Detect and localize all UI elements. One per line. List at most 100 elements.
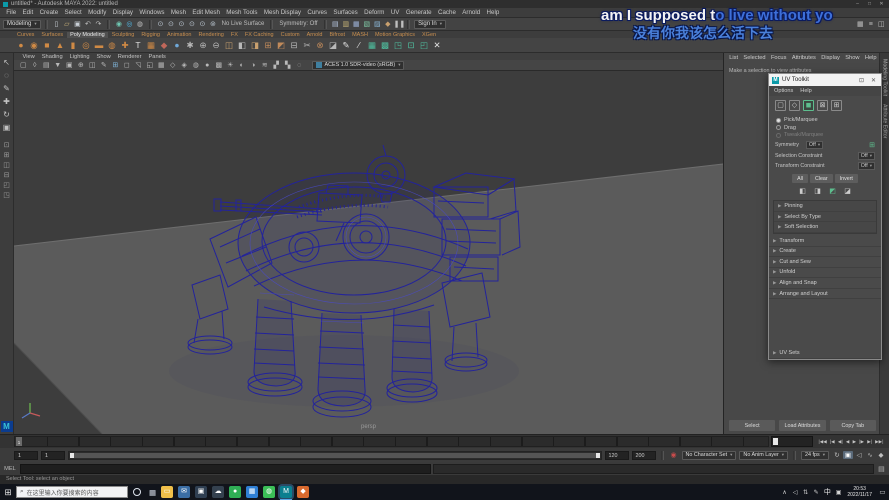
playback-end-field[interactable]: 120 [605, 451, 629, 460]
uv-toolkit-section[interactable]: ▶Unfold [769, 268, 881, 279]
viewport-canvas[interactable]: persp [14, 71, 723, 434]
panel-toggle-icon[interactable]: ◫ [877, 20, 887, 28]
color-management-dropdown[interactable]: ACES 1.0 SDR-video (sRGB) ▾ [312, 61, 405, 70]
current-frame-indicator[interactable]: 1 [16, 437, 22, 446]
lock-camera-icon[interactable]: ◊ [30, 62, 41, 69]
layout-single-pane-icon[interactable]: ⊡ [2, 142, 12, 150]
panel-menu-item[interactable]: Lighting [66, 54, 93, 60]
menu-item[interactable]: File [3, 9, 19, 16]
shelf-tab[interactable]: Motion Graphics [372, 32, 418, 38]
uv-radio-option[interactable]: Tweak/Marquee [776, 132, 874, 138]
shelf-tab[interactable]: Custom [278, 32, 303, 38]
close-button[interactable]: ✕ [877, 1, 886, 7]
pen-icon[interactable]: ✎ [811, 489, 821, 496]
isolate-select-icon[interactable]: ◌ [294, 62, 305, 69]
taskbar-search-box[interactable]: ⌕ 在这里输入你要搜索的内容 [16, 486, 128, 498]
anti-alias-icon[interactable]: ▞ [271, 61, 282, 69]
combine-icon[interactable]: ⊕ [197, 39, 209, 51]
xray-icon[interactable]: ▚ [283, 61, 294, 69]
step-forward-frame-button[interactable]: ▶| [866, 439, 874, 445]
minimize-button[interactable]: – [853, 1, 862, 7]
select-camera-icon[interactable]: ▢ [18, 61, 29, 69]
shelf-tab[interactable]: Bifrost [326, 32, 348, 38]
render-view-icon[interactable]: ▤ [331, 20, 341, 28]
uv-toolkit-section[interactable]: ▶Align and Snap [769, 278, 881, 289]
range-start-handle[interactable] [70, 453, 74, 458]
green-app-icon[interactable]: ● [229, 486, 241, 498]
poly-cube-icon[interactable]: ■ [41, 39, 53, 51]
go-to-end-button[interactable]: ▶▶| [874, 439, 885, 445]
poly-cylinder-icon[interactable]: ▮ [67, 39, 79, 51]
select-tool-icon[interactable]: ↖ [1, 57, 13, 68]
auto-keyframe-toggle-icon[interactable]: ◉ [669, 451, 679, 459]
step-back-key-button[interactable]: ◀| [836, 439, 844, 445]
uv-toolkit-window[interactable]: M UV Toolkit ⊡ ✕ OptionsHelp ▢◇◼⊠⊞ Pick/… [768, 73, 882, 360]
menu-set-selector[interactable]: Modeling▾ [3, 20, 41, 29]
select-object-icon[interactable]: ◎ [125, 20, 135, 28]
network-icon[interactable]: ⇅ [801, 489, 811, 496]
go-to-start-button[interactable]: |◀◀ [817, 439, 828, 445]
clamp-icon[interactable]: ∿ [865, 451, 875, 459]
file-explorer-app-icon[interactable]: ▭ [161, 486, 173, 498]
uv-select-square-icon[interactable]: ▢ [775, 100, 786, 111]
play-forwards-button[interactable]: ▶ [851, 439, 858, 445]
command-line-result-field[interactable] [433, 464, 874, 474]
layout-uv-editor-icon[interactable]: ◳ [2, 192, 12, 200]
new-scene-icon[interactable]: ▯ [52, 20, 62, 28]
set-key-icon[interactable]: ◆ [876, 451, 886, 459]
create-text-icon[interactable]: T [132, 39, 144, 51]
textured-icon[interactable]: ▩ [214, 61, 225, 69]
selection-constraint-dropdown[interactable]: Off▾ [858, 152, 875, 160]
render-settings-icon[interactable]: ▦ [352, 20, 362, 28]
smooth-icon[interactable]: ◧ [236, 39, 248, 51]
delete-history-icon[interactable]: ✕ [431, 39, 443, 51]
uv-radio-option[interactable]: Pick/Marquee [776, 117, 874, 123]
multi-cut-icon[interactable]: ✂ [301, 39, 313, 51]
shelf-tab[interactable]: Curves [14, 32, 37, 38]
layout-persp-graph-icon[interactable]: ⊟ [2, 172, 12, 180]
uv-toolkit-section[interactable]: ▶Cut and Sew [769, 257, 881, 268]
menu-item[interactable]: Mesh Tools [223, 9, 261, 16]
shelf-tab[interactable]: Sculpting [109, 32, 138, 38]
camera-attributes-icon[interactable]: ▤ [41, 61, 52, 69]
safe-title-icon[interactable]: ◈ [179, 61, 190, 69]
workspace-icon[interactable]: ▦ [856, 20, 866, 28]
ipr-render-icon[interactable]: ▥ [341, 20, 351, 28]
edit-edge-flow-icon[interactable]: ∕ [353, 39, 365, 51]
menu-item[interactable]: Edit [19, 9, 36, 16]
mute-audio-icon[interactable]: ◁ [854, 451, 864, 459]
poly-disc-icon[interactable]: ◍ [106, 39, 118, 51]
close-window-button[interactable]: ✕ [869, 77, 878, 84]
uv-toolkit-title-bar[interactable]: M UV Toolkit ⊡ ✕ [769, 74, 881, 86]
shelf-tab[interactable]: FX [228, 32, 241, 38]
snap-to-projected-center-icon[interactable]: ⊙ [187, 20, 197, 28]
uv-auto-map-icon[interactable]: ▩ [379, 39, 391, 51]
convert-to-vertex-icon[interactable]: ◧ [798, 187, 808, 196]
grid-toggle-icon[interactable]: ⊞ [110, 61, 121, 69]
toon-outline-icon[interactable]: ◆ [383, 20, 393, 28]
tray-app-icon[interactable]: ▣ [834, 489, 844, 496]
ime-language-indicator[interactable]: 中 [821, 487, 834, 497]
uv-toolkit-section[interactable]: ▶Soft Selection [774, 222, 876, 233]
menu-item[interactable]: Deform [361, 9, 388, 16]
anim-layer-dropdown[interactable]: No Anim Layer▾ [739, 451, 788, 460]
uv-editor-icon[interactable]: ⊡ [405, 39, 417, 51]
open-scene-icon[interactable]: ▱ [62, 20, 72, 28]
command-line-language-label[interactable]: MEL [2, 466, 18, 472]
extrude-icon[interactable]: ⊞ [262, 39, 274, 51]
attribute-editor-menu-item[interactable]: Attributes [790, 55, 818, 61]
uv-toolkit-menu-item[interactable]: Options [774, 88, 793, 94]
attribute-editor-button[interactable]: Select [729, 420, 775, 431]
uv-planar-map-icon[interactable]: ▦ [366, 39, 378, 51]
shading-wireframe-icon[interactable]: ◍ [191, 61, 202, 69]
uv-toolkit-menu-item[interactable]: Help [800, 88, 812, 94]
taskbar-clock[interactable]: 20:53 2022/11/17 [843, 486, 876, 498]
snap-to-point-icon[interactable]: ⊙ [177, 20, 187, 28]
current-time-field[interactable] [771, 436, 813, 447]
no-live-surface-label[interactable]: No Live Surface [220, 21, 267, 27]
animation-end-field[interactable]: 200 [632, 451, 656, 460]
super-shape-icon[interactable]: ◆ [158, 39, 170, 51]
symmetry-selector[interactable]: Symmetry: Off [277, 21, 319, 27]
uv-select-diamond-icon[interactable]: ◇ [789, 100, 800, 111]
lasso-tool-icon[interactable]: ◌ [1, 70, 13, 81]
